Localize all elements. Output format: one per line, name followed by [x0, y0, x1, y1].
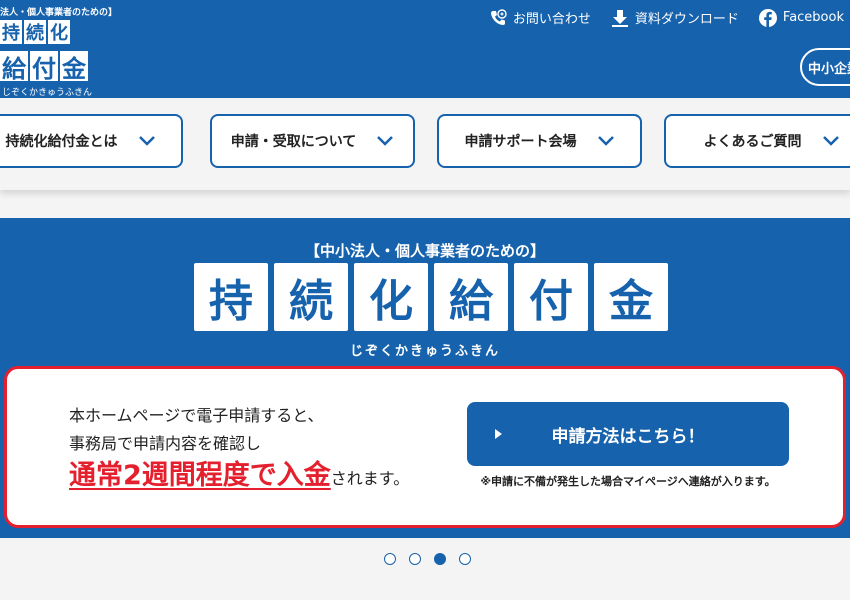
facebook-link[interactable]: Facebook [758, 8, 844, 27]
hero-kana: じぞくかきゅうふきん [349, 344, 500, 359]
nav-item-label: 持続化給付金とは [5, 134, 118, 150]
payment-highlight: 通常2週間程度で入金 [69, 460, 331, 491]
logo-char: 給 [0, 51, 28, 83]
nav-item-label: よくあるご質問 [703, 134, 802, 150]
hero-title-char: 給 [434, 263, 508, 331]
apply-method-button[interactable]: 申請方法はこちら！ [467, 402, 789, 466]
nav-item-label: 申請サポート会場 [464, 134, 577, 150]
chevron-down-icon [822, 135, 840, 147]
logo-row-2: 給 付 金 [0, 51, 88, 83]
download-link[interactable]: 資料ダウンロード [611, 8, 739, 27]
info-line-3: 通常2週間程度で入金されます。 [69, 462, 409, 493]
carousel-dot-3[interactable] [434, 553, 446, 565]
logo-char: 金 [60, 51, 88, 83]
hero-banner: 【中小法人・個人事業者のための】 持 続 化 給 付 金 じぞくかきゅうふきん … [0, 218, 850, 538]
nav-item-support-venue[interactable]: 申請サポート会場 [437, 114, 642, 168]
facebook-icon [758, 8, 777, 27]
logo-subtitle: 法人・個人事業者のための】 [0, 8, 118, 18]
application-note: ※申請に不備が発生した場合マイページへ連絡が入ります。 [480, 475, 776, 488]
nav-item-about[interactable]: 持続化給付金とは [0, 114, 183, 168]
chevron-down-icon [597, 135, 615, 147]
main-nav: 持続化給付金とは 申請・受取について 申請サポート会場 よくあるご質問 [0, 98, 850, 190]
info-line-1: 本ホームページで電子申請すると、 [69, 406, 324, 425]
sme-agency-logo[interactable]: 中小企業庁 [800, 48, 850, 86]
contact-link-label: お問い合わせ [512, 12, 591, 27]
info-line-2: 事務局で申請内容を確認し [69, 434, 262, 453]
info-card: 本ホームページで電子申請すると、 事務局で申請内容を確認し 通常2週間程度で入金… [4, 366, 846, 528]
apply-method-button-label: 申請方法はこちら！ [551, 426, 705, 447]
hero-subtitle: 【中小法人・個人事業者のための】 [304, 242, 545, 260]
header-links: お問い合わせ 資料ダウンロード Facebook [489, 8, 844, 27]
hero-title-char: 続 [274, 263, 348, 331]
logo-row-1: 持 続 化 [0, 20, 70, 44]
payment-highlight-tail: されます。 [330, 469, 410, 488]
carousel-dot-4[interactable] [459, 553, 471, 565]
play-arrow-icon [495, 429, 502, 439]
logo-char: 持 [0, 20, 22, 44]
download-icon [611, 9, 629, 27]
logo-char: 化 [48, 20, 70, 44]
site-header: 法人・個人事業者のための】 持 続 化 給 付 金 じぞくかきゅうふきん お問い… [0, 0, 850, 98]
info-text: 本ホームページで電子申請すると、 事務局で申請内容を確認し 通常2週間程度で入金… [69, 402, 409, 493]
chevron-down-icon [376, 135, 394, 147]
download-link-label: 資料ダウンロード [634, 12, 739, 27]
hero-title-char: 化 [354, 263, 428, 331]
nav-item-application[interactable]: 申請・受取について [210, 114, 415, 168]
logo-char: 付 [30, 51, 58, 83]
logo-char: 続 [24, 20, 46, 44]
carousel-dot-2[interactable] [409, 553, 421, 565]
carousel-dots [384, 553, 471, 565]
phone-icon [489, 8, 507, 27]
hero-title-char: 金 [594, 263, 668, 331]
chevron-down-icon [138, 135, 156, 147]
nav-item-faq[interactable]: よくあるご質問 [664, 114, 850, 168]
hero-title-char: 持 [194, 263, 268, 331]
facebook-link-label: Facebook [782, 10, 844, 25]
carousel-dot-1[interactable] [384, 553, 396, 565]
hero-title: 持 続 化 給 付 金 [194, 263, 668, 331]
logo-kana: じぞくかきゅうふきん [2, 88, 93, 98]
nav-item-label: 申請・受取について [230, 134, 357, 150]
hero-title-char: 付 [514, 263, 588, 331]
contact-link[interactable]: お問い合わせ [489, 8, 591, 27]
